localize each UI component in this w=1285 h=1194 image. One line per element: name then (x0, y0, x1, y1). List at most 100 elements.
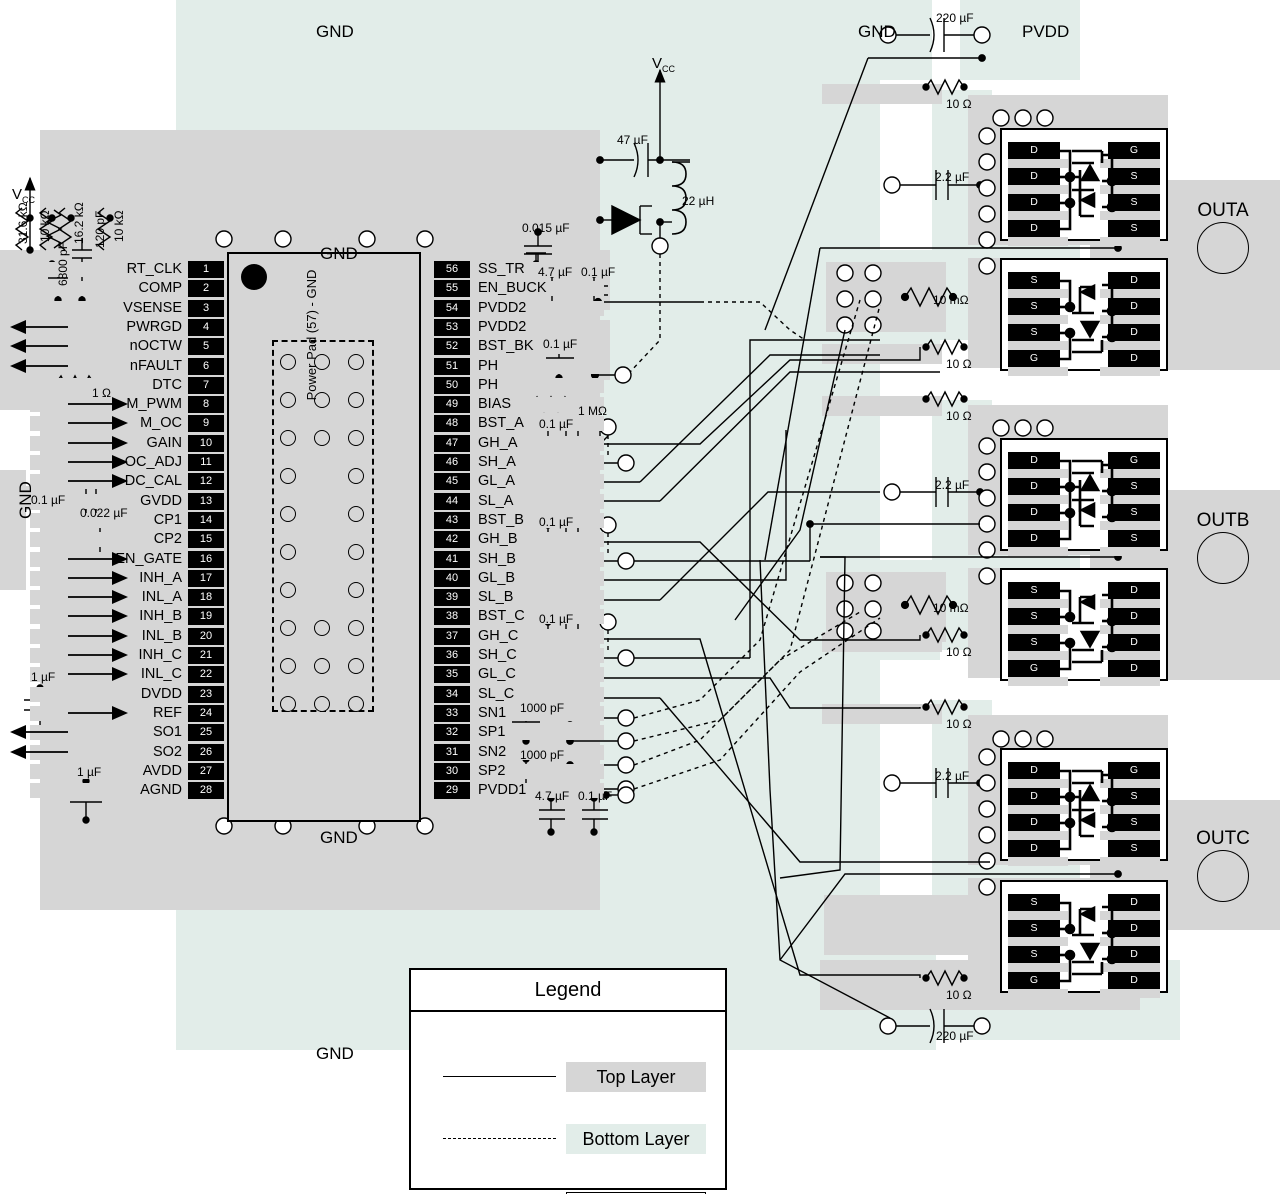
ic-pin-pad[interactable]: 38 (434, 608, 470, 626)
ic-pin-pad[interactable]: 16 (188, 550, 224, 568)
output-pad-circle[interactable] (1197, 222, 1249, 274)
input-arrow-icon (68, 705, 128, 720)
ic-pin-pad[interactable]: 14 (188, 511, 224, 529)
ic-pin-pad[interactable]: 51 (434, 357, 470, 375)
via (348, 506, 364, 522)
ic-pin-label: GVDD (140, 492, 182, 509)
ic-pin-pad[interactable]: 8 (188, 396, 224, 414)
ic-pin-pad[interactable]: 36 (434, 647, 470, 664)
ic-pin-pad[interactable]: 22 (188, 666, 224, 684)
ic-pin-pad[interactable]: 44 (434, 492, 470, 510)
ic-pin-pad[interactable]: 30 (434, 762, 470, 780)
ic-pin-pad[interactable]: 35 (434, 666, 470, 684)
ic-pin-pad[interactable]: 11 (188, 454, 224, 471)
ic-pin-pad[interactable]: 31 (434, 743, 470, 761)
ic-pin-label: BST_A (478, 415, 524, 432)
output-label-outa: OUTA (1197, 200, 1249, 221)
ic-pin-pad[interactable]: 52 (434, 338, 470, 356)
ic-pin-pad[interactable]: 29 (434, 782, 470, 800)
ic-pin-pad[interactable]: 20 (188, 627, 224, 645)
ic-pin-pad[interactable]: 1 (188, 261, 224, 278)
ic-pin-label: OC_ADJ (124, 454, 182, 470)
ic-pin-pad[interactable]: 26 (188, 743, 224, 761)
mosfet-symbol-icon (1060, 459, 1118, 541)
ic-pin-pad[interactable]: 47 (434, 434, 470, 452)
ic-pin-pad[interactable]: 34 (434, 685, 470, 703)
ic-pin-pad[interactable]: 55 (434, 280, 470, 298)
component-label-c-4p7-pvdd1: 4.7 µF (535, 789, 570, 803)
ic-pin-pad[interactable]: 49 (434, 396, 470, 414)
ic-pin-pad[interactable]: 13 (188, 492, 224, 510)
ic-pin-pad[interactable]: 37 (434, 627, 470, 645)
ic-pin-pad[interactable]: 53 (434, 318, 470, 336)
ic-pin-pad[interactable]: 25 (188, 724, 224, 742)
ic-pin-label: SL_C (478, 685, 515, 702)
via (879, 1017, 897, 1035)
ic-pin-label: GL_B (478, 569, 516, 586)
ic-pin-pad[interactable]: 2 (188, 280, 224, 298)
component-label-r-10m-b: 10 mΩ (933, 601, 969, 615)
ic-pin-row: 41 SH_B (434, 550, 614, 568)
component-label-r-10m-a: 10 mΩ (933, 293, 969, 307)
ic-pin-pad[interactable]: 43 (434, 511, 470, 529)
ic-pin-pad[interactable]: 48 (434, 415, 470, 433)
ic-pin-label: INH_C (138, 647, 182, 663)
ic-pin-pad[interactable]: 23 (188, 685, 224, 703)
ic-pin-pad[interactable]: 15 (188, 531, 224, 549)
label-base: V (12, 186, 23, 203)
ic-pin-pad[interactable]: 10 (188, 434, 224, 452)
via (348, 354, 364, 370)
component-label-c-0p1-bstc: 0.1 µF (539, 612, 574, 626)
ic-pin-pad[interactable]: 4 (188, 318, 224, 336)
output-pad-circle[interactable] (1197, 532, 1249, 584)
ic-pin-pad[interactable]: 50 (434, 376, 470, 394)
ic-pin-pad[interactable]: 39 (434, 589, 470, 607)
ic-pin-pad[interactable]: 46 (434, 454, 470, 471)
input-arrow-icon (68, 609, 128, 624)
ic-pin-label: SO2 (152, 743, 182, 760)
mosfet-high-side-phase-b: DDDDGSSS (1000, 438, 1168, 556)
via (280, 506, 296, 522)
plane-label-gnd-5: GND (316, 1044, 354, 1063)
output-arrow-icon (10, 339, 68, 354)
ic-pin-pad[interactable]: 17 (188, 569, 224, 587)
via (348, 582, 364, 598)
ic-pin-label: CP1 (153, 511, 182, 528)
plane-label-gnd-0: GND (316, 22, 354, 41)
ic-pin-pad[interactable]: 6 (188, 357, 224, 375)
ic-pin-row: 53 PVDD2 (434, 318, 614, 336)
ic-pin-label: GAIN (146, 434, 182, 451)
ic-pin-pad[interactable]: 9 (188, 415, 224, 433)
input-arrow-icon (68, 648, 128, 662)
ic-pin-pad[interactable]: 56 (434, 261, 470, 278)
ic-pin-pad[interactable]: 3 (188, 299, 224, 317)
ic-pin-pad[interactable]: 24 (188, 704, 224, 722)
ic-pin-pad[interactable]: 45 (434, 473, 470, 491)
ic-pin-pad[interactable]: 41 (434, 550, 470, 568)
component-label-r-10k-b: 10 kΩ (112, 210, 126, 242)
ic-pin-pad[interactable]: 54 (434, 299, 470, 317)
ic-pin-row: 40 GL_B (434, 569, 614, 587)
ic-pin-pad[interactable]: 19 (188, 608, 224, 626)
ic-pin-label: SH_A (478, 454, 516, 470)
plane-label-gnd-6: GND (16, 481, 35, 519)
input-arrow-icon (68, 667, 128, 682)
ic-pin-pad[interactable]: 28 (188, 782, 224, 800)
component-label-c-0p1-bstbk: 0.1 µF (543, 337, 578, 351)
shunt-resistors (836, 264, 958, 640)
ic-pin-pad[interactable]: 21 (188, 647, 224, 664)
ic-pin-pad[interactable]: 27 (188, 762, 224, 780)
ic-pin-pad[interactable]: 5 (188, 338, 224, 356)
ic-pin-label: PH (478, 357, 499, 374)
ic-pin-pad[interactable]: 32 (434, 724, 470, 742)
label-base: V (652, 55, 663, 72)
via (314, 620, 330, 636)
ic-pin-pad[interactable]: 33 (434, 704, 470, 722)
ic-pin-pad[interactable]: 7 (188, 376, 224, 394)
ic-pin-pad[interactable]: 12 (188, 473, 224, 491)
output-pad-circle[interactable] (1197, 850, 1249, 902)
ic-pin-pad[interactable]: 18 (188, 589, 224, 607)
ic-pin-pad[interactable]: 42 (434, 531, 470, 549)
ic-pin-label: nFAULT (129, 357, 182, 374)
ic-pin-pad[interactable]: 40 (434, 569, 470, 587)
